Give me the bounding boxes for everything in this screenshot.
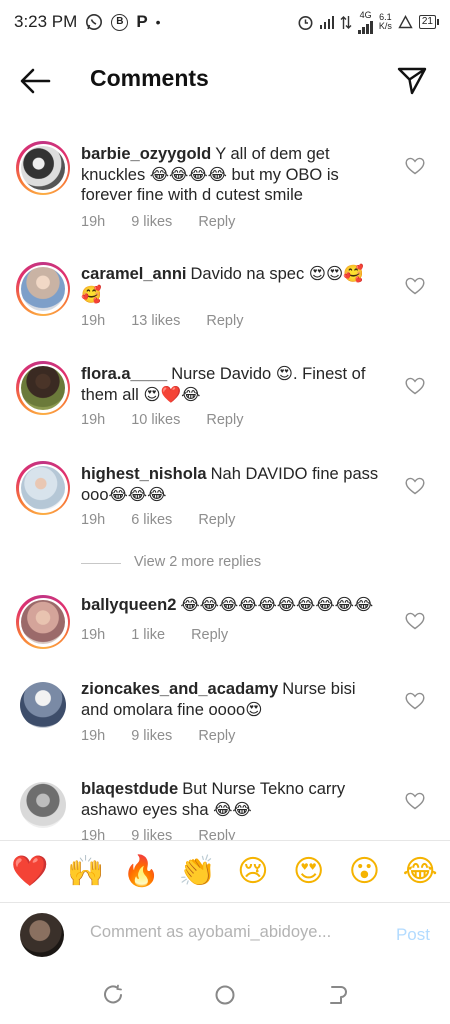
comment-username[interactable]: barbie_ozyygold xyxy=(81,145,211,163)
heart-icon[interactable] xyxy=(405,377,425,395)
reply-button[interactable]: Reply xyxy=(206,313,243,329)
avatar[interactable] xyxy=(16,461,70,515)
page-title: Comments xyxy=(90,65,209,91)
back-button[interactable] xyxy=(18,66,52,96)
comment-username[interactable]: blaqestdude xyxy=(81,780,178,798)
arrow-left-icon xyxy=(20,68,51,94)
current-user-avatar xyxy=(20,913,64,957)
warning-icon xyxy=(398,15,413,29)
emoji-surprised-button[interactable]: 😮 xyxy=(342,856,386,887)
emoji-quick-bar: ❤️ 🙌 🔥 👏 😢 😍 😮 😂 xyxy=(0,840,450,902)
emoji-fire-button[interactable]: 🔥 xyxy=(119,856,163,887)
comment-meta: 19h 1 like Reply xyxy=(81,627,254,643)
reply-button[interactable]: Reply xyxy=(198,728,235,744)
emoji-heart-button[interactable]: ❤️ xyxy=(8,856,52,887)
comment-username[interactable]: ballyqueen2 xyxy=(81,596,176,614)
comment-likes[interactable]: 9 likes xyxy=(131,828,172,840)
reply-button[interactable]: Reply xyxy=(198,214,235,230)
comment-time: 19h xyxy=(81,828,106,840)
comment-meta: 19h 10 likes Reply xyxy=(81,412,269,428)
battery-indicator: 21 xyxy=(418,15,440,29)
comment-likes[interactable]: 9 likes xyxy=(131,728,172,744)
back-nav-icon[interactable] xyxy=(326,984,348,1006)
comment-text: ballyqueen2 😂😂😂😂😂😂😂😂😂😂 xyxy=(81,595,381,616)
view-more-divider xyxy=(81,563,121,564)
comment-meta: 19h 6 likes Reply xyxy=(81,512,261,528)
comment-composer: Post xyxy=(0,902,450,966)
emoji-clap-button[interactable]: 👏 xyxy=(175,856,219,887)
network-speed: 6.1 K/s xyxy=(378,12,392,31)
direct-share-button[interactable] xyxy=(396,64,428,96)
notification-dot-icon: • xyxy=(155,14,161,30)
emoji-heart-eyes-button[interactable]: 😍 xyxy=(287,856,331,887)
heart-icon[interactable] xyxy=(405,612,425,630)
data-transfer-icon xyxy=(340,15,352,30)
comment-text: zioncakes_and_acadamy Nurse bisi and omol… xyxy=(81,679,381,720)
signal-icon xyxy=(319,15,335,29)
reply-button[interactable]: Reply xyxy=(206,412,243,428)
reply-button[interactable]: Reply xyxy=(198,828,235,840)
comment-username[interactable]: zioncakes_and_acadamy xyxy=(81,680,278,698)
comment-text: blaqestdude But Nurse Tekno carry ashawo … xyxy=(81,779,381,820)
comment-text: caramel_anni Davido na spec 😍😍🥰🥰 xyxy=(81,264,381,305)
comment-input[interactable] xyxy=(90,923,380,942)
avatar[interactable] xyxy=(16,595,70,649)
comment-likes[interactable]: 13 likes xyxy=(131,313,180,329)
comment-message: 😂😂😂😂😂😂😂😂😂😂 xyxy=(180,596,374,614)
p-app-icon: P xyxy=(136,12,148,31)
alarm-icon xyxy=(297,14,314,31)
avatar[interactable] xyxy=(16,361,70,415)
comment-username[interactable]: highest_nishola xyxy=(81,465,207,483)
comment-username[interactable]: caramel_anni xyxy=(81,265,186,283)
business-icon: B xyxy=(111,13,129,31)
reply-button[interactable]: Reply xyxy=(198,512,235,528)
comment-likes[interactable]: 9 likes xyxy=(131,214,172,230)
comment-meta: 19h 9 likes Reply xyxy=(81,214,261,230)
comment-meta: 19h 13 likes Reply xyxy=(81,313,269,329)
signal-icon-2 xyxy=(358,20,373,34)
emoji-crying-button[interactable]: 😢 xyxy=(231,856,275,887)
heart-icon[interactable] xyxy=(405,157,425,175)
avatar[interactable] xyxy=(20,682,66,728)
comment-likes[interactable]: 10 likes xyxy=(131,412,180,428)
emoji-laughing-button[interactable]: 😂 xyxy=(398,856,442,887)
comment-time: 19h xyxy=(81,627,106,643)
view-more-replies-label[interactable]: View 2 more replies xyxy=(134,554,261,570)
comment-time: 19h xyxy=(81,728,106,744)
system-nav-bar xyxy=(0,966,450,1024)
comment-meta: 19h 9 likes Reply xyxy=(81,728,261,744)
comment-time: 19h xyxy=(81,412,106,428)
comment-likes[interactable]: 6 likes xyxy=(131,512,172,528)
avatar[interactable] xyxy=(16,262,70,316)
comments-list[interactable]: barbie_ozyygold Y all of dem get knuckles… xyxy=(0,136,450,840)
status-bar: 3:23 PM B P • 4G 6.1 K/s 21 xyxy=(0,0,450,44)
reply-button[interactable]: Reply xyxy=(191,627,228,643)
header: Comments xyxy=(0,52,450,108)
status-time: 3:23 PM xyxy=(14,12,78,31)
home-icon[interactable] xyxy=(214,984,236,1006)
network-type-label: 4G xyxy=(358,10,373,34)
avatar[interactable] xyxy=(16,141,70,195)
comment-username[interactable]: flora.a____ xyxy=(81,365,167,383)
comment-time: 19h xyxy=(81,512,106,528)
heart-icon[interactable] xyxy=(405,692,425,710)
comment-text: flora.a____ Nurse Davido 😍. Finest of the… xyxy=(81,364,381,405)
post-button[interactable]: Post xyxy=(396,925,430,945)
heart-icon[interactable] xyxy=(405,277,425,295)
avatar[interactable] xyxy=(20,782,66,828)
comment-time: 19h xyxy=(81,313,106,329)
whatsapp-icon xyxy=(85,13,103,31)
comment-text: highest_nishola Nah DAVIDO fine pass ooo😂… xyxy=(81,464,381,505)
emoji-raised-hands-button[interactable]: 🙌 xyxy=(64,856,108,887)
paper-plane-icon xyxy=(397,67,427,95)
heart-icon[interactable] xyxy=(405,792,425,810)
recent-apps-icon[interactable] xyxy=(102,984,124,1006)
comment-text: barbie_ozyygold Y all of dem get knuckles… xyxy=(81,144,381,206)
comment-likes[interactable]: 1 like xyxy=(131,627,165,643)
view-more-replies[interactable]: View 2 more replies xyxy=(0,552,450,574)
comment-meta: 19h 9 likes Reply xyxy=(81,828,261,840)
comment-time: 19h xyxy=(81,214,106,230)
heart-icon[interactable] xyxy=(405,477,425,495)
